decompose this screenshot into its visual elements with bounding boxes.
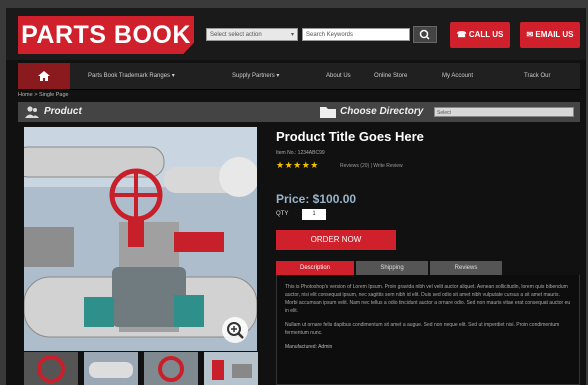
directory-select[interactable]: Select [434,107,574,117]
product-bar: Product Choose Directory Select [18,102,580,122]
tab-shipping[interactable]: Shipping [356,261,428,275]
envelope-icon: ✉ [526,30,534,39]
thumbnail[interactable] [24,352,78,385]
thumbnail-strip [24,352,258,385]
product-main-image[interactable] [24,127,257,351]
tab-description[interactable]: Description [276,261,354,275]
nav-item-online-store[interactable]: Online Store [374,63,407,89]
home-icon [38,71,50,81]
users-icon [25,106,39,118]
product-bar-label: Product [44,106,82,117]
logo[interactable]: PARTS BOOK [18,16,194,54]
breadcrumb[interactable]: Home > Single Page [18,92,69,98]
thumbnail-image [84,352,138,385]
nav-item-track[interactable]: Track Our [524,63,550,89]
email-us-button[interactable]: ✉ EMAIL US [520,22,580,48]
description-panel: This is Photoshop's version of Lorem Ips… [276,275,580,385]
search-action-select[interactable]: Select select action ▾ [206,28,298,41]
search-action-value: Select select action [210,32,262,38]
nav-home[interactable] [18,63,70,89]
folder-icon [320,107,336,118]
zoom-button[interactable] [222,317,248,343]
thumbnail-image [204,352,258,385]
description-paragraph: Nullam ut ornare felis dapibus condiment… [285,322,560,336]
call-us-label: CALL US [468,30,504,39]
choose-directory-label: Choose Directory [340,106,424,117]
star-rating[interactable]: ★★★★★ [276,160,319,171]
zoom-icon [227,322,244,339]
description-paragraph: This is Photoshop's version of Lorem Ips… [285,284,571,314]
search-button[interactable] [413,26,437,43]
site-header: PARTS BOOK Select select action ▾ Search… [6,8,586,60]
thumbnail[interactable] [144,352,198,385]
qty-label: QTY [276,211,289,217]
thumbnail-image [144,352,198,385]
nav-item-supply-partners[interactable]: Supply Partners ▾ [232,63,279,89]
reviews-link[interactable]: Reviews (20) | Write Review [340,163,403,169]
thumbnail[interactable] [204,352,258,385]
item-number: Item No.: 1234ABC99 [276,150,325,156]
nav-item-about[interactable]: About Us [326,63,351,89]
page-frame: PARTS BOOK Select select action ▾ Search… [6,8,586,385]
thumbnail-image [24,352,78,385]
call-us-button[interactable]: ☎ CALL US [450,22,510,48]
chevron-down-icon: ▾ [290,32,294,38]
phone-icon: ☎ [456,30,467,39]
qty-input[interactable]: 1 [302,209,326,220]
product-title: Product Title Goes Here [276,129,424,144]
email-us-label: EMAIL US [535,30,574,39]
search-icon [419,29,430,40]
search-input[interactable]: Search Keywords [302,28,410,41]
description-meta: Manufactured: Admin [285,344,333,350]
thumbnail[interactable] [84,352,138,385]
tab-reviews[interactable]: Reviews [430,261,502,275]
main-nav: Parts Book Trademark Ranges ▾ Supply Par… [18,63,580,90]
nav-item-my-account[interactable]: My Account [442,63,473,89]
nav-item-trademark-ranges[interactable]: Parts Book Trademark Ranges ▾ [88,63,175,89]
product-price: Price: $100.00 [276,192,357,206]
order-now-button[interactable]: ORDER NOW [276,230,396,250]
